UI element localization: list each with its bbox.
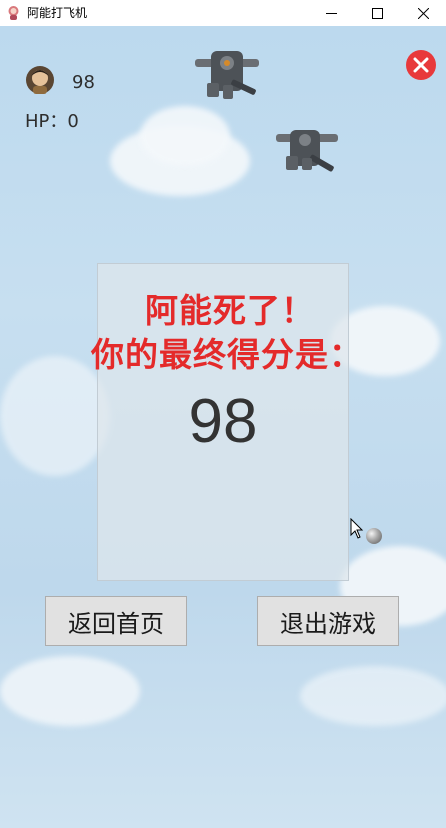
- hp-label: HP：: [25, 111, 68, 132]
- enemy-plane-icon: [276, 130, 338, 172]
- cursor-icon: [350, 518, 364, 539]
- close-game-icon: [413, 57, 429, 73]
- hud-score: 98: [72, 72, 95, 93]
- exit-game-button[interactable]: 退出游戏: [257, 596, 399, 646]
- cloud: [0, 656, 140, 726]
- close-game-button[interactable]: [406, 50, 436, 80]
- bullet-icon: [366, 528, 382, 544]
- hp-value: 0: [67, 111, 79, 132]
- minimize-icon: [325, 12, 337, 14]
- window-close-button[interactable]: [400, 0, 446, 26]
- game-over-title: 阿能死了！: [145, 291, 315, 330]
- maximize-icon: [371, 7, 383, 19]
- enemy-plane-icon: [195, 51, 259, 99]
- cloud: [140, 106, 230, 166]
- return-home-button[interactable]: 返回首页: [45, 596, 187, 646]
- final-score-label: 你的最终得分是：: [91, 335, 363, 374]
- window-title: 阿能打飞机: [27, 6, 88, 20]
- player-avatar-icon: [26, 66, 54, 94]
- app-avatar-icon: [8, 6, 19, 20]
- window-titlebar: 阿能打飞机: [0, 0, 446, 26]
- cloud: [300, 666, 446, 726]
- close-icon: [417, 7, 429, 19]
- final-score-value: 98: [188, 387, 258, 456]
- maximize-button[interactable]: [354, 0, 400, 26]
- minimize-button[interactable]: [308, 0, 354, 26]
- hud-hp: HP：0: [25, 107, 79, 133]
